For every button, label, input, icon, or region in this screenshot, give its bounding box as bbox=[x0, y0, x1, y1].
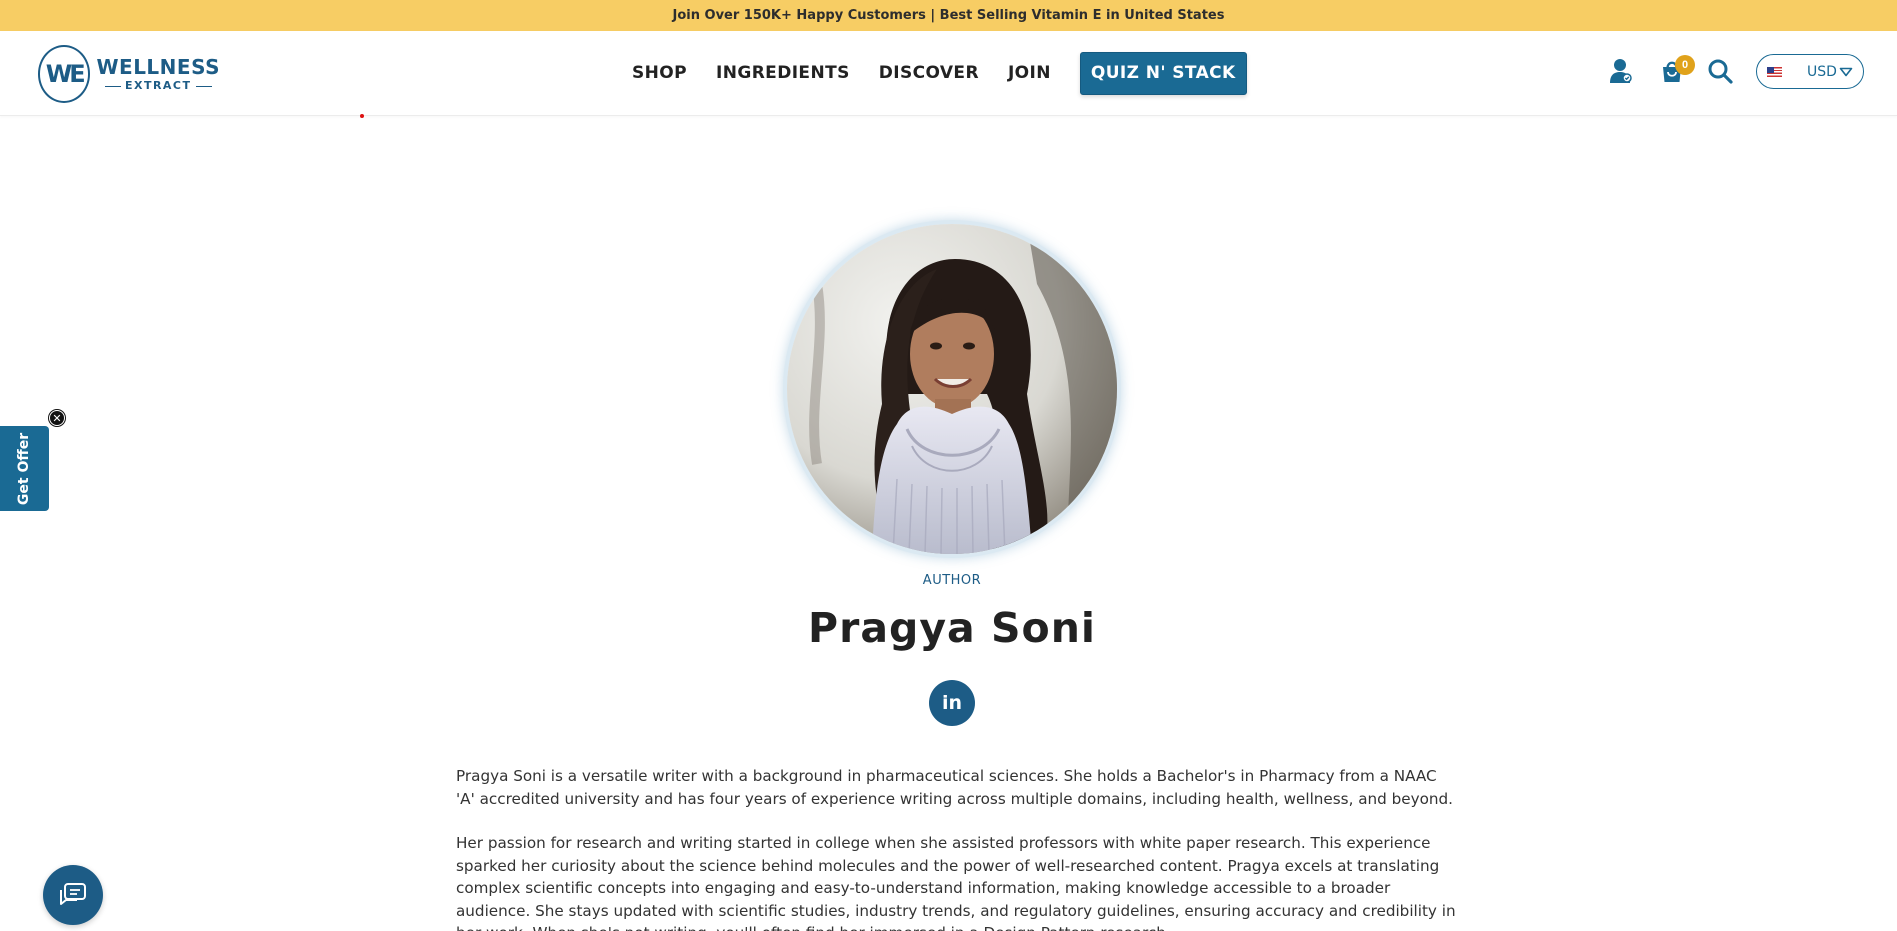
get-offer-tab[interactable]: Get Offer bbox=[0, 426, 49, 511]
main-nav: SHOP INGREDIENTS DISCOVER JOIN QUIZ N' S… bbox=[632, 51, 1247, 95]
site-header: WE WELLNESS EXTRACT SHOP INGREDIENTS DIS… bbox=[0, 31, 1897, 116]
linkedin-label: in bbox=[941, 692, 963, 714]
nav-ingredients[interactable]: INGREDIENTS bbox=[716, 63, 850, 83]
nav-discover[interactable]: DISCOVER bbox=[879, 63, 979, 83]
cart-icon[interactable]: 0 bbox=[1655, 49, 1695, 93]
quiz-stack-button[interactable]: QUIZ N' STACK bbox=[1079, 51, 1247, 95]
logo-line1: WELLNESS bbox=[96, 55, 220, 79]
bio-paragraph: Pragya Soni is a versatile writer with a… bbox=[456, 767, 1454, 808]
us-flag-icon bbox=[1767, 66, 1782, 77]
logo-mark-icon: WE bbox=[38, 45, 91, 103]
logo-line2: EXTRACT bbox=[96, 80, 220, 91]
nav-join[interactable]: JOIN bbox=[1008, 63, 1051, 83]
author-role-label: AUTHOR bbox=[922, 573, 982, 588]
logo[interactable]: WE WELLNESS EXTRACT bbox=[38, 44, 220, 104]
get-offer-label: Get Offer bbox=[16, 432, 33, 505]
currency-selector[interactable]: USD bbox=[1756, 54, 1864, 89]
cart-count-badge: 0 bbox=[1675, 55, 1695, 75]
decorative-dot bbox=[360, 114, 364, 118]
user-icon[interactable] bbox=[1605, 49, 1637, 93]
announcement-text: Join Over 150K+ Happy Customers | Best S… bbox=[672, 8, 1225, 23]
close-icon[interactable]: ✕ bbox=[49, 410, 65, 426]
chevron-down-icon bbox=[1839, 67, 1853, 76]
linkedin-icon[interactable]: in bbox=[929, 680, 975, 726]
author-bio: Pragya Soni is a versatile writer with a… bbox=[456, 765, 1456, 931]
search-icon[interactable] bbox=[1703, 49, 1737, 93]
bio-paragraph: Her passion for research and writing sta… bbox=[456, 834, 1456, 931]
announcement-bar: Join Over 150K+ Happy Customers | Best S… bbox=[0, 0, 1897, 31]
nav-shop[interactable]: SHOP bbox=[632, 63, 687, 83]
author-name: Pragya Soni bbox=[808, 604, 1096, 652]
currency-code: USD bbox=[1807, 63, 1837, 80]
author-avatar bbox=[787, 224, 1117, 554]
chat-icon[interactable] bbox=[43, 865, 103, 925]
